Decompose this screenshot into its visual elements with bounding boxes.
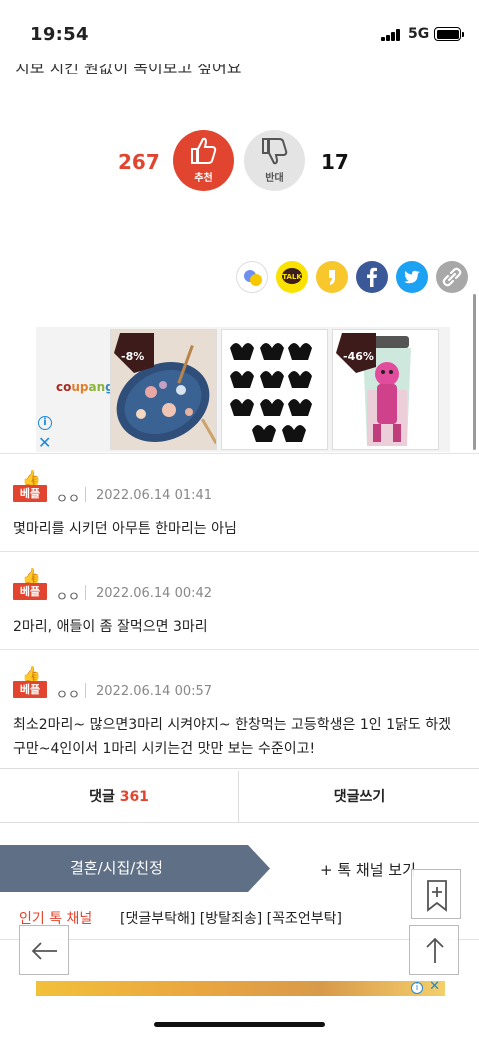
scroll-top-button[interactable] xyxy=(409,925,459,975)
upvote-count: 267 xyxy=(118,150,160,174)
current-channel-tab[interactable]: 결혼/시집/친정 xyxy=(0,845,270,892)
kakaostory-icon[interactable] xyxy=(236,261,268,293)
view-channels-link[interactable]: + 톡 채널 보기 xyxy=(320,859,416,880)
kakaotalk-icon[interactable]: TALK xyxy=(276,261,308,293)
back-button[interactable] xyxy=(19,925,69,975)
ad-info-icon[interactable]: i xyxy=(411,982,423,994)
network-type: 5G xyxy=(408,26,430,42)
kakao-channel-icon[interactable] xyxy=(316,261,348,293)
ad-item-plate[interactable]: -8% xyxy=(110,329,217,450)
link-icon[interactable] xyxy=(436,261,468,293)
status-time: 19:54 xyxy=(30,24,89,45)
best-comments: 👍 베플 ㅇㅇ 2022.06.14 01:41 몇마리를 시키던 아무튼 한마… xyxy=(0,453,479,769)
comment-date: 2022.06.14 00:42 xyxy=(96,586,213,601)
thumbs-up-icon xyxy=(191,137,217,164)
comment-item: 👍 베플 ㅇㅇ 2022.06.14 01:41 몇마리를 시키던 아무튼 한마… xyxy=(0,453,479,551)
scrollbar-thumb[interactable] xyxy=(473,294,476,450)
downvote-count: 17 xyxy=(321,150,349,174)
hot-channels-list[interactable]: [댓글부탁해] [방탈죄송] [꼭조언부탁] xyxy=(120,908,342,928)
downvote-button[interactable]: 반대 xyxy=(244,130,305,191)
hot-channels-bar: 인기 톡 채널 [댓글부탁해] [방탈죄송] [꼭조언부탁] xyxy=(0,892,479,940)
ad-item-tumbler[interactable]: -46% xyxy=(332,329,439,450)
facebook-icon[interactable] xyxy=(356,261,388,293)
bookmark-button[interactable] xyxy=(411,869,461,919)
arrow-up-icon xyxy=(426,937,444,963)
home-indicator[interactable] xyxy=(154,1022,325,1027)
comment-item: 👍 베플 ㅇㅇ 2022.06.14 00:42 2마리, 애들이 좀 잘먹으면… xyxy=(0,551,479,649)
comment-author: ㅇㅇ xyxy=(56,688,80,703)
bottom-ad-banner[interactable]: i ✕ xyxy=(36,981,445,996)
thumbs-down-icon xyxy=(262,138,288,165)
arrow-left-icon xyxy=(31,942,57,960)
comment-text: 몇마리를 시키던 아무튼 한마리는 아님 xyxy=(13,521,237,537)
best-comment-badge: 👍 베플 xyxy=(13,665,47,699)
best-comment-badge: 👍 베플 xyxy=(13,567,47,601)
bottom-safe-area xyxy=(0,996,479,1039)
ad-item-hair-clips[interactable] xyxy=(221,329,328,450)
ad-info-icon[interactable]: i xyxy=(38,416,52,430)
ad-close-icon[interactable]: ✕ xyxy=(429,981,440,994)
kakaotalk-label: TALK xyxy=(282,273,302,281)
downvote-label: 반대 xyxy=(265,173,284,184)
comment-date: 2022.06.14 00:57 xyxy=(96,684,213,699)
ad-banner[interactable]: coupang -8% xyxy=(36,327,450,452)
comment-bar: 댓글 361 댓글쓰기 xyxy=(0,771,479,823)
write-comment-button[interactable]: 댓글쓰기 xyxy=(240,771,479,823)
upvote-button[interactable]: 추천 xyxy=(173,130,234,191)
comment-author: ㅇㅇ xyxy=(56,590,80,605)
comment-text: 2마리, 애들이 좀 잘먹으면 3마리 xyxy=(13,619,208,635)
signal-icon xyxy=(381,29,401,41)
best-comment-badge: 👍 베플 xyxy=(13,469,47,503)
channel-bar: 결혼/시집/친정 + 톡 채널 보기 xyxy=(0,845,479,892)
ad-close-icon[interactable]: ✕ xyxy=(38,433,51,452)
view-comments-button[interactable]: 댓글 361 xyxy=(0,771,239,823)
comment-text: 최소2마리~ 많으면3마리 시켜야지~ 한창먹는 고등학생은 1인 1닭도 하겠… xyxy=(13,717,451,757)
vote-section: 267 추천 반대 17 xyxy=(0,130,479,191)
bookmark-add-icon xyxy=(427,880,447,912)
status-bar: 19:54 5G xyxy=(0,0,479,64)
comment-item: 👍 베플 ㅇㅇ 2022.06.14 00:57 최소2마리~ 많으면3마리 시… xyxy=(0,649,479,769)
comment-date: 2022.06.14 01:41 xyxy=(96,488,213,503)
comment-author: ㅇㅇ xyxy=(56,492,80,507)
coupang-logo: coupang xyxy=(56,380,114,394)
battery-icon xyxy=(434,27,464,41)
twitter-icon[interactable] xyxy=(396,261,428,293)
comment-count: 361 xyxy=(119,789,149,805)
upvote-label: 추천 xyxy=(194,173,213,184)
